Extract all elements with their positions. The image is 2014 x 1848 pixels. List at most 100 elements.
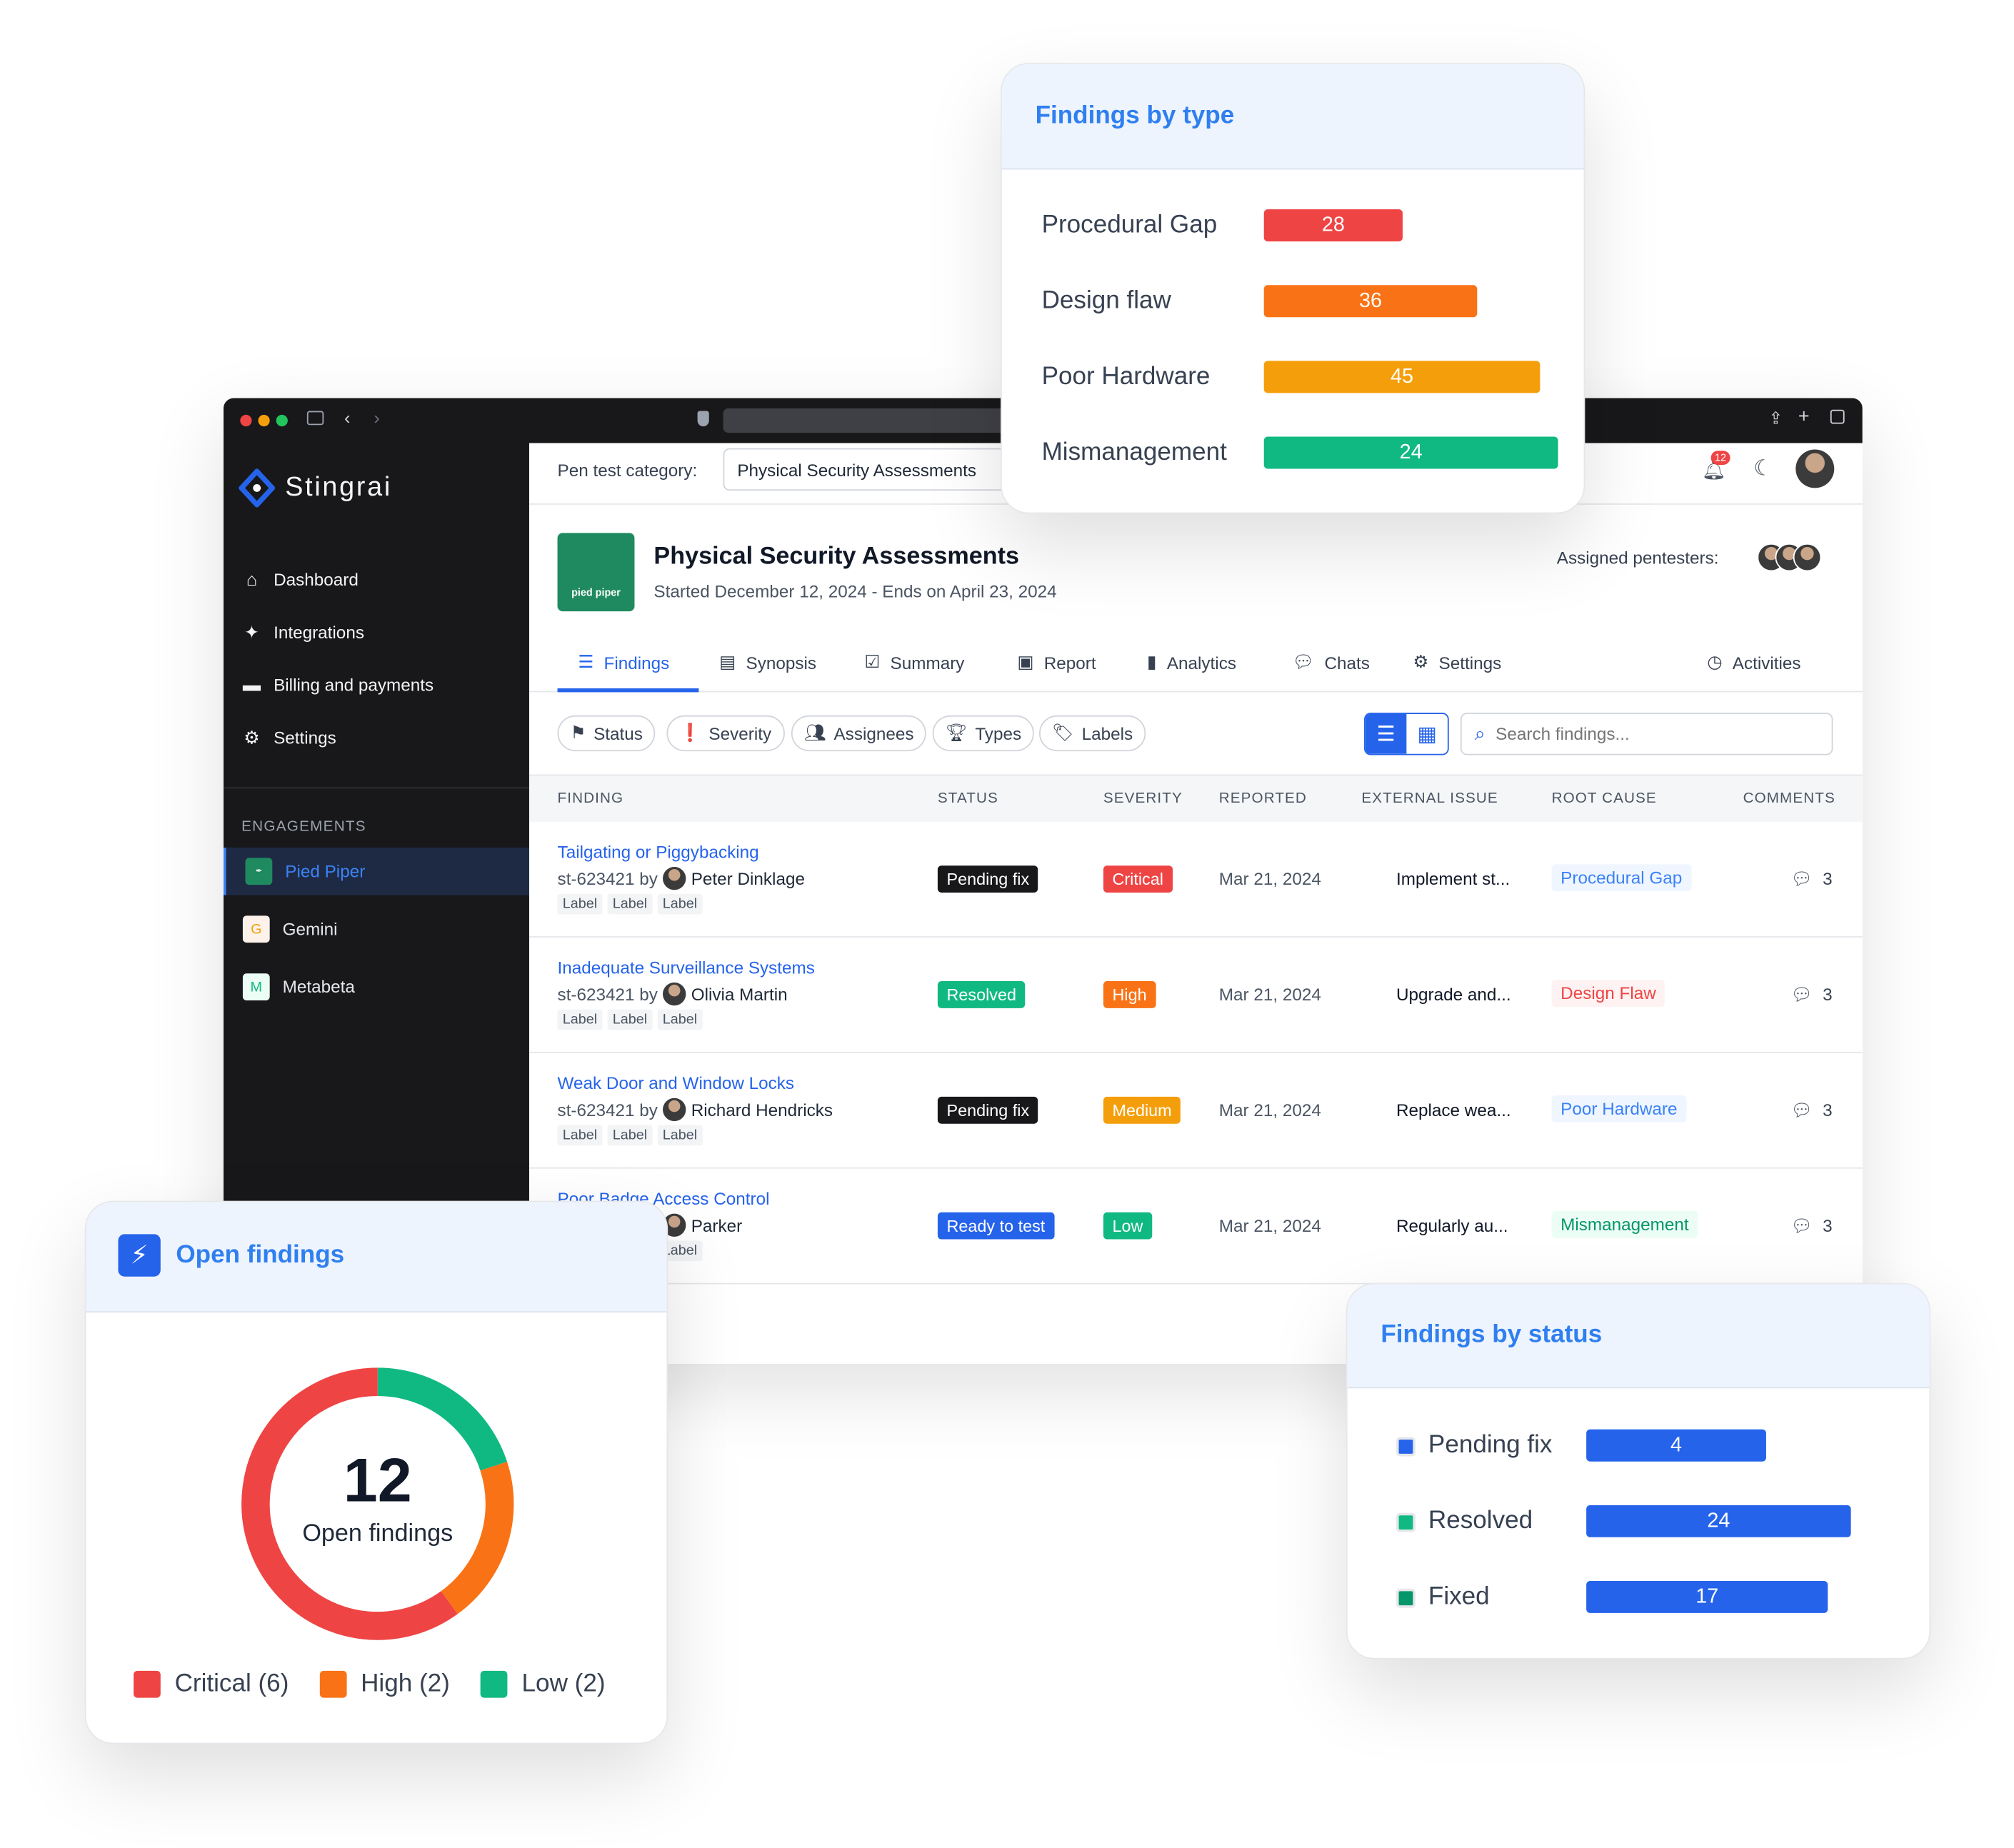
sidebar-item-billing[interactable]: ▬ Billing and payments [241,674,434,695]
external-issue[interactable]: Implement st... [1396,870,1510,889]
label-tag[interactable]: Label [607,1009,653,1030]
tab-activities[interactable]: ◷ Activities [1707,653,1800,673]
type-bar[interactable]: 28 [1263,209,1403,242]
column-header[interactable]: FINDING [558,791,624,807]
label-tag[interactable]: Label [657,1125,703,1146]
share-icon[interactable]: ⇪ [1769,408,1783,429]
severity-badge[interactable]: Low [1103,1212,1153,1240]
filter-assignees[interactable]: 👥︎ Assignees [791,715,927,752]
status-badge[interactable]: Ready to test [937,1212,1054,1240]
root-cause-tag[interactable]: Mismanagement [1551,1210,1698,1238]
type-bar[interactable]: 36 [1263,285,1478,318]
back-icon[interactable]: ‹ [344,407,350,428]
status-badge[interactable]: Pending fix [937,865,1038,893]
moon-icon[interactable]: ☾ [1753,456,1773,481]
comment-icon[interactable]: 💬︎ [1790,1216,1813,1237]
finding-title-link[interactable]: Tailgating or Piggybacking [558,843,759,862]
root-cause-tag[interactable]: Procedural Gap [1551,864,1691,892]
pentester-avatars[interactable] [1757,543,1822,572]
sidebar-item-integrations[interactable]: ✦ Integrations [241,621,364,643]
new-tab-icon[interactable]: + [1798,406,1810,428]
tab-settings[interactable]: ⚙ Settings [1413,653,1501,673]
engagement-gemini[interactable]: G Gemini [224,905,529,953]
type-bar[interactable]: 24 [1263,436,1558,469]
finding-id: st-623421 by [557,868,658,888]
sidebar-toggle-icon[interactable] [306,411,324,426]
grid-view-button[interactable]: ▦ [1406,714,1448,754]
tab-summary[interactable]: ☑ Summary [864,653,964,673]
label-tag[interactable]: Label [557,1125,603,1146]
tab-report[interactable]: ▣ Report [1017,653,1096,673]
engagement-metabeta[interactable]: M Metabeta [224,963,529,1011]
status-badge[interactable]: Resolved [937,981,1026,1008]
tab-analytics[interactable]: ▮ Analytics [1147,653,1236,673]
root-cause-tag[interactable]: Poor Hardware [1551,1095,1687,1123]
type-bar[interactable]: 45 [1263,361,1540,393]
label-tag[interactable]: Label [557,893,603,915]
severity-badge[interactable]: High [1103,981,1156,1008]
filter-labels[interactable]: 🏷︎ Labels [1038,715,1146,752]
tabs-overview-icon[interactable] [1830,409,1845,424]
sidebar-item-settings[interactable]: ⚙ Settings [241,727,336,749]
tab-synopsis[interactable]: ▤ Synopsis [719,653,816,673]
status-bar[interactable]: 24 [1586,1505,1851,1537]
project-dates: Started December 12, 2024 - Ends on Apri… [653,581,1057,601]
column-header[interactable]: STATUS [938,791,998,807]
forward-icon[interactable]: › [374,407,379,428]
label-tag[interactable]: Label [657,893,703,915]
tab-chats[interactable]: 💬︎ Chats [1292,653,1370,673]
table-row[interactable]: Tailgating or Piggybacking st-623421 by P… [528,822,1863,938]
external-issue[interactable]: Regularly au... [1396,1216,1508,1235]
external-issue[interactable]: Replace wea... [1396,1100,1511,1120]
label-tag[interactable]: Label [557,1009,603,1030]
column-header[interactable]: COMMENTS [1743,791,1835,807]
assigned-label: Assigned pentesters: [1556,548,1719,568]
engagement-label: Pied Piper [285,861,366,881]
list-view-button[interactable]: ☰ [1365,713,1407,754]
comment-icon[interactable]: 💬︎ [1790,985,1813,1005]
severity-badge[interactable]: Medium [1103,1096,1181,1124]
table-row[interactable]: Weak Door and Window Locks st-623421 by R… [528,1053,1863,1169]
type-label: Procedural Gap [1041,210,1218,239]
brand-logo[interactable]: Stingrai [239,468,392,508]
sidebar-item-dashboard[interactable]: ⌂ Dashboard [241,569,359,590]
avatar [663,866,686,890]
type-label: Poor Hardware [1041,362,1211,391]
label-tag[interactable]: Label [657,1009,703,1030]
search-findings[interactable]: ⌕ [1460,713,1833,755]
finding-title-link[interactable]: Weak Door and Window Locks [558,1074,795,1093]
finding-title-link[interactable]: Inadequate Surveillance Systems [558,958,815,978]
user-avatar[interactable] [1795,449,1835,488]
status-badge[interactable]: Pending fix [937,1096,1038,1124]
zoom-window-button[interactable] [276,414,288,427]
search-input[interactable] [1496,724,1804,744]
status-label: Pending fix [1428,1430,1553,1460]
minimize-window-button[interactable] [258,414,270,427]
filter-types[interactable]: 🏆︎ Types [932,715,1035,752]
tab-findings[interactable]: ☰ Findings [578,653,669,673]
comment-icon[interactable]: 💬︎ [1790,1100,1813,1121]
filter-severity[interactable]: ❗ Severity [666,715,785,752]
label-tag[interactable]: Label [607,893,653,915]
avatar [663,982,686,1006]
close-window-button[interactable] [240,414,252,427]
severity-badge[interactable]: Critical [1103,865,1173,893]
comment-icon[interactable]: 💬︎ [1790,870,1813,890]
status-bar[interactable]: 4 [1586,1429,1766,1462]
table-row[interactable]: Poor Badge Access Control st-623421 byPa… [528,1169,1863,1285]
column-header[interactable]: REPORTED [1219,791,1307,807]
status-swatch [1396,1437,1416,1457]
column-header[interactable]: EXTERNAL ISSUE [1361,791,1498,807]
column-header[interactable]: ROOT CAUSE [1552,791,1657,807]
table-row[interactable]: Inadequate Surveillance Systems st-62342… [528,938,1863,1053]
filter-status[interactable]: ⚑ Status [557,715,656,752]
status-bar[interactable]: 17 [1586,1580,1828,1613]
root-cause-tag[interactable]: Design Flaw [1551,980,1665,1008]
status-label: Resolved [1428,1506,1533,1535]
category-select[interactable]: Physical Security Assessments [723,448,1032,491]
bar-value: 4 [1670,1434,1683,1456]
engagement-pied-piper[interactable]: ✒ Pied Piper [223,848,529,895]
external-issue[interactable]: Upgrade and... [1396,985,1511,1004]
label-tag[interactable]: Label [607,1125,653,1146]
column-header[interactable]: SEVERITY [1103,791,1183,807]
